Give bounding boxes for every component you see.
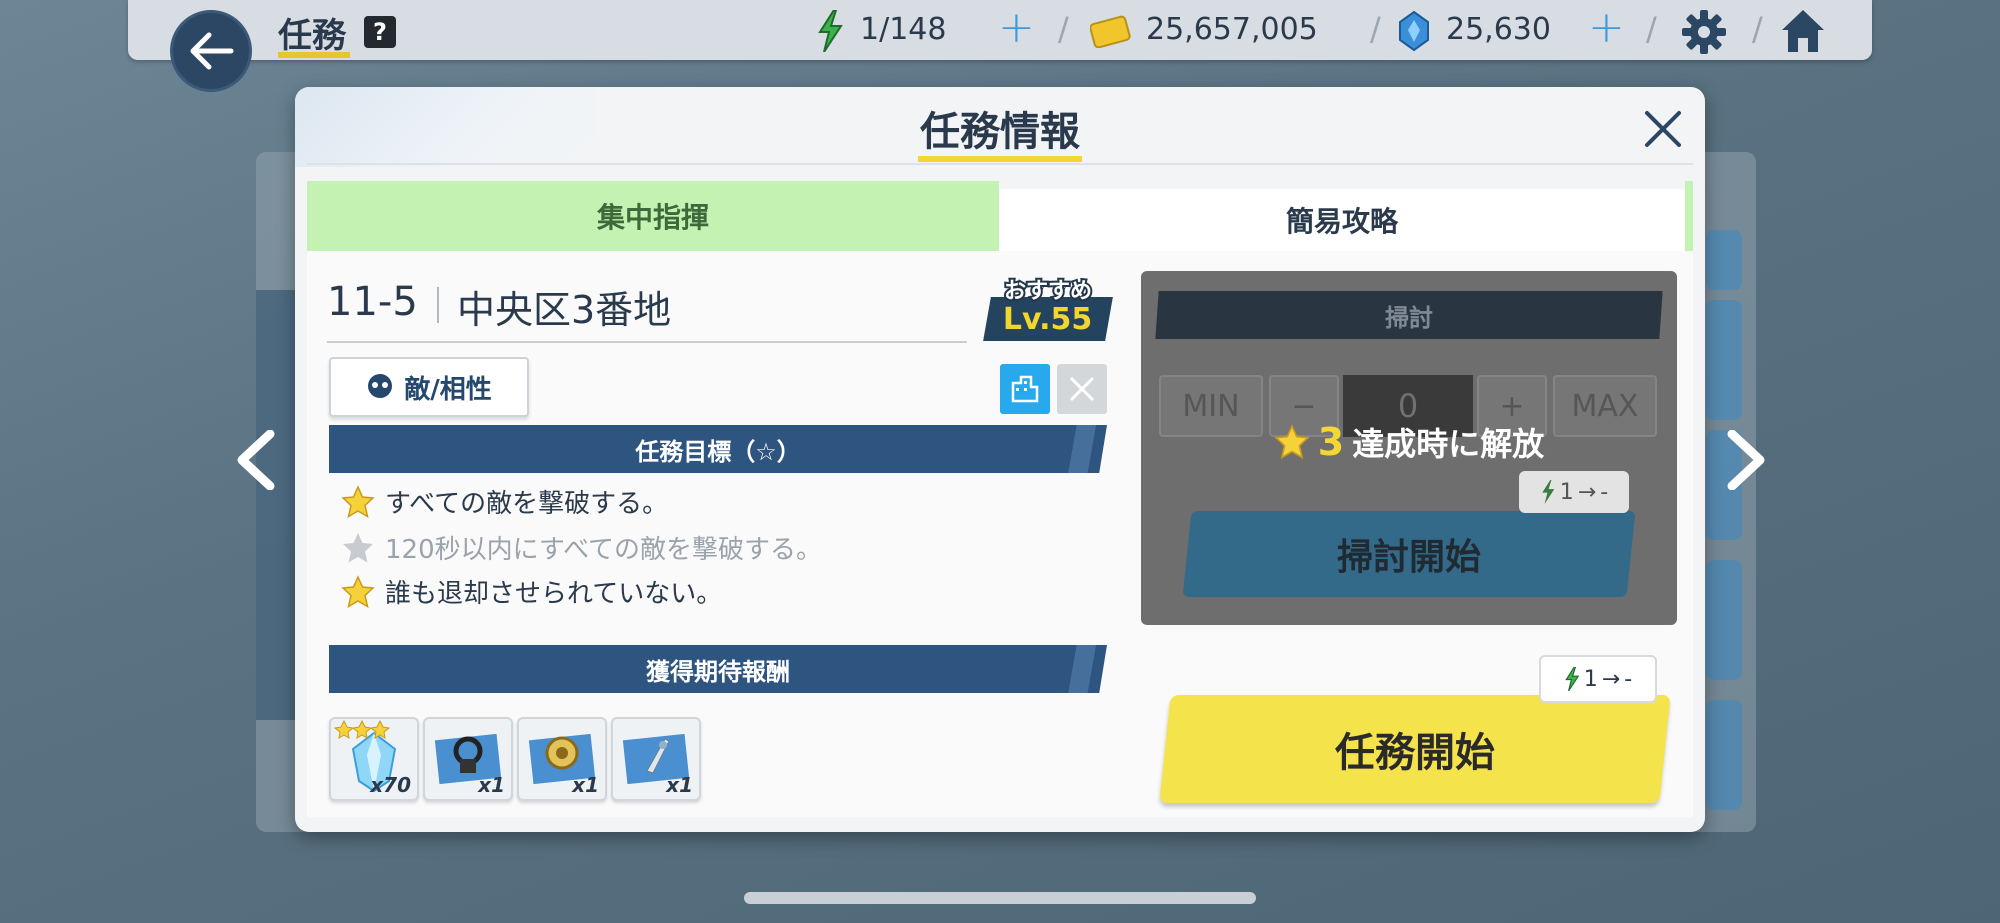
sweep-header: 掃討 xyxy=(1155,291,1663,339)
home-indicator[interactable] xyxy=(744,892,1256,904)
dialog-title: 任務情報 xyxy=(920,109,1080,155)
star-empty-icon xyxy=(343,532,373,562)
recommended-label: おすすめ xyxy=(1002,277,1094,306)
urban-terrain-filter[interactable] xyxy=(1000,364,1050,414)
back-button[interactable] xyxy=(170,10,252,92)
building-icon xyxy=(1011,375,1039,403)
gem-icon xyxy=(1398,10,1430,56)
energy-count: 1/148 xyxy=(860,12,947,47)
mission-start-button[interactable]: 任務開始 xyxy=(1159,695,1671,803)
sweep-cost-arrow: → xyxy=(1577,479,1597,505)
sweep-start-button[interactable]: 掃討開始 xyxy=(1182,511,1636,597)
disabled-filter[interactable] xyxy=(1057,364,1107,414)
stage-name: 中央区3番地 xyxy=(457,288,672,332)
title-underline xyxy=(278,52,350,58)
mission-start-label: 任務開始 xyxy=(1335,730,1495,776)
close-button[interactable] xyxy=(1633,99,1693,159)
separator: / xyxy=(1058,10,1069,48)
tab-quick-battle[interactable]: 簡易攻略 xyxy=(999,189,1685,251)
sweep-lock-message: 3 達成時に解放 xyxy=(1141,419,1677,465)
next-stage-arrow-icon[interactable] xyxy=(1716,430,1776,490)
enemy-affinity-button[interactable]: 敵/相性 xyxy=(329,357,529,417)
add-gem-button[interactable]: + xyxy=(1588,2,1625,53)
enemy-skull-icon xyxy=(368,374,393,398)
sweep-cost-bubble: 1 → - xyxy=(1519,471,1629,513)
screen-title: 任務 xyxy=(278,16,346,56)
reward-item[interactable]: x1 xyxy=(517,717,607,801)
reward-item[interactable]: x1 xyxy=(423,717,513,801)
star-filled-icon xyxy=(341,574,375,608)
reward-quantity: x70 xyxy=(370,773,411,797)
background-card xyxy=(1706,700,1742,810)
energy-icon xyxy=(816,9,844,56)
sweep-cost-value: 1 xyxy=(1559,479,1574,505)
reward-quantity: x1 xyxy=(572,773,599,797)
star-filled-icon xyxy=(341,484,375,518)
arrow-left-icon xyxy=(190,32,234,70)
add-energy-button[interactable]: + xyxy=(998,2,1035,53)
background-card xyxy=(1706,230,1742,290)
sweep-title: 掃討 xyxy=(1385,303,1433,332)
settings-gear-icon[interactable] xyxy=(1680,8,1728,60)
close-icon xyxy=(1645,111,1681,147)
cross-icon xyxy=(1069,376,1095,402)
divider xyxy=(307,163,1693,165)
start-cost-after: - xyxy=(1624,666,1633,692)
reward-quantity: x1 xyxy=(666,773,693,797)
rewards-header: 獲得期待報酬 xyxy=(329,645,1107,693)
reward-quantity: x1 xyxy=(478,773,505,797)
energy-icon xyxy=(1565,667,1580,691)
enemy-affinity-label: 敵/相性 xyxy=(404,374,492,405)
background-card xyxy=(1706,300,1742,420)
credit-count: 25,657,005 xyxy=(1146,12,1318,47)
gem-count: 25,630 xyxy=(1446,12,1551,47)
reward-item[interactable]: x1 xyxy=(611,717,701,801)
home-icon[interactable] xyxy=(1778,6,1828,60)
energy-icon xyxy=(1542,480,1555,504)
stage-id: 11-5 xyxy=(327,279,418,325)
objective-item: 120秒以内にすべての敵を撃破する。 xyxy=(341,529,822,566)
mode-tabs: 集中指揮 簡易攻略 xyxy=(307,181,1693,251)
objective-item: 誰も退却させられていない。 xyxy=(341,573,722,610)
sweep-panel: 掃討 MIN − 0 + MAX 3 達成時に解放 掃討開始 1 → - xyxy=(1141,271,1677,625)
start-cost-value: 1 xyxy=(1583,666,1598,692)
stage-underline xyxy=(327,341,967,343)
mission-info-dialog: 任務情報 集中指揮 簡易攻略 11-5 中央区3番地 Lv.55 おすすめ 敵/… xyxy=(295,87,1705,832)
objective-text: 120秒以内にすべての敵を撃破する。 xyxy=(385,535,823,565)
objectives-title: 任務目標（☆） xyxy=(635,437,801,466)
sweep-cost-after: - xyxy=(1600,479,1609,505)
mission-content: 11-5 中央区3番地 Lv.55 おすすめ 敵/相性 任務目標（☆） すべての… xyxy=(307,251,1693,817)
separator: / xyxy=(1370,10,1381,48)
recommended-level: Lv.55 xyxy=(1003,301,1093,337)
recommended-level-badge: Lv.55 おすすめ xyxy=(983,273,1113,343)
separator: / xyxy=(1646,10,1657,48)
background-card xyxy=(256,290,296,720)
dialog-title-underline xyxy=(918,156,1082,162)
background-card xyxy=(1706,560,1742,680)
objective-item: すべての敵を撃破する。 xyxy=(341,483,668,520)
previous-stage-arrow-icon[interactable] xyxy=(226,430,286,490)
stage-separator xyxy=(437,287,439,323)
lock-message-text: 達成時に解放 xyxy=(1352,425,1545,463)
separator: / xyxy=(1752,10,1763,48)
credit-icon xyxy=(1089,14,1132,52)
help-icon[interactable]: ? xyxy=(364,16,396,48)
rewards-title: 獲得期待報酬 xyxy=(646,657,790,686)
start-cost-arrow: → xyxy=(1601,666,1621,692)
required-star-count: 3 xyxy=(1317,420,1345,464)
tab-edge xyxy=(1685,181,1693,251)
sweep-start-label: 掃討開始 xyxy=(1336,537,1481,578)
star-filled-icon xyxy=(1274,424,1310,459)
objectives-header: 任務目標（☆） xyxy=(329,425,1107,473)
objective-text: 誰も退却させられていない。 xyxy=(385,579,723,609)
start-cost-bubble: 1 → - xyxy=(1539,655,1657,703)
objective-text: すべての敵を撃破する。 xyxy=(385,489,669,519)
tab-focus-command[interactable]: 集中指揮 xyxy=(307,181,999,251)
reward-item[interactable]: x70 xyxy=(329,717,419,801)
